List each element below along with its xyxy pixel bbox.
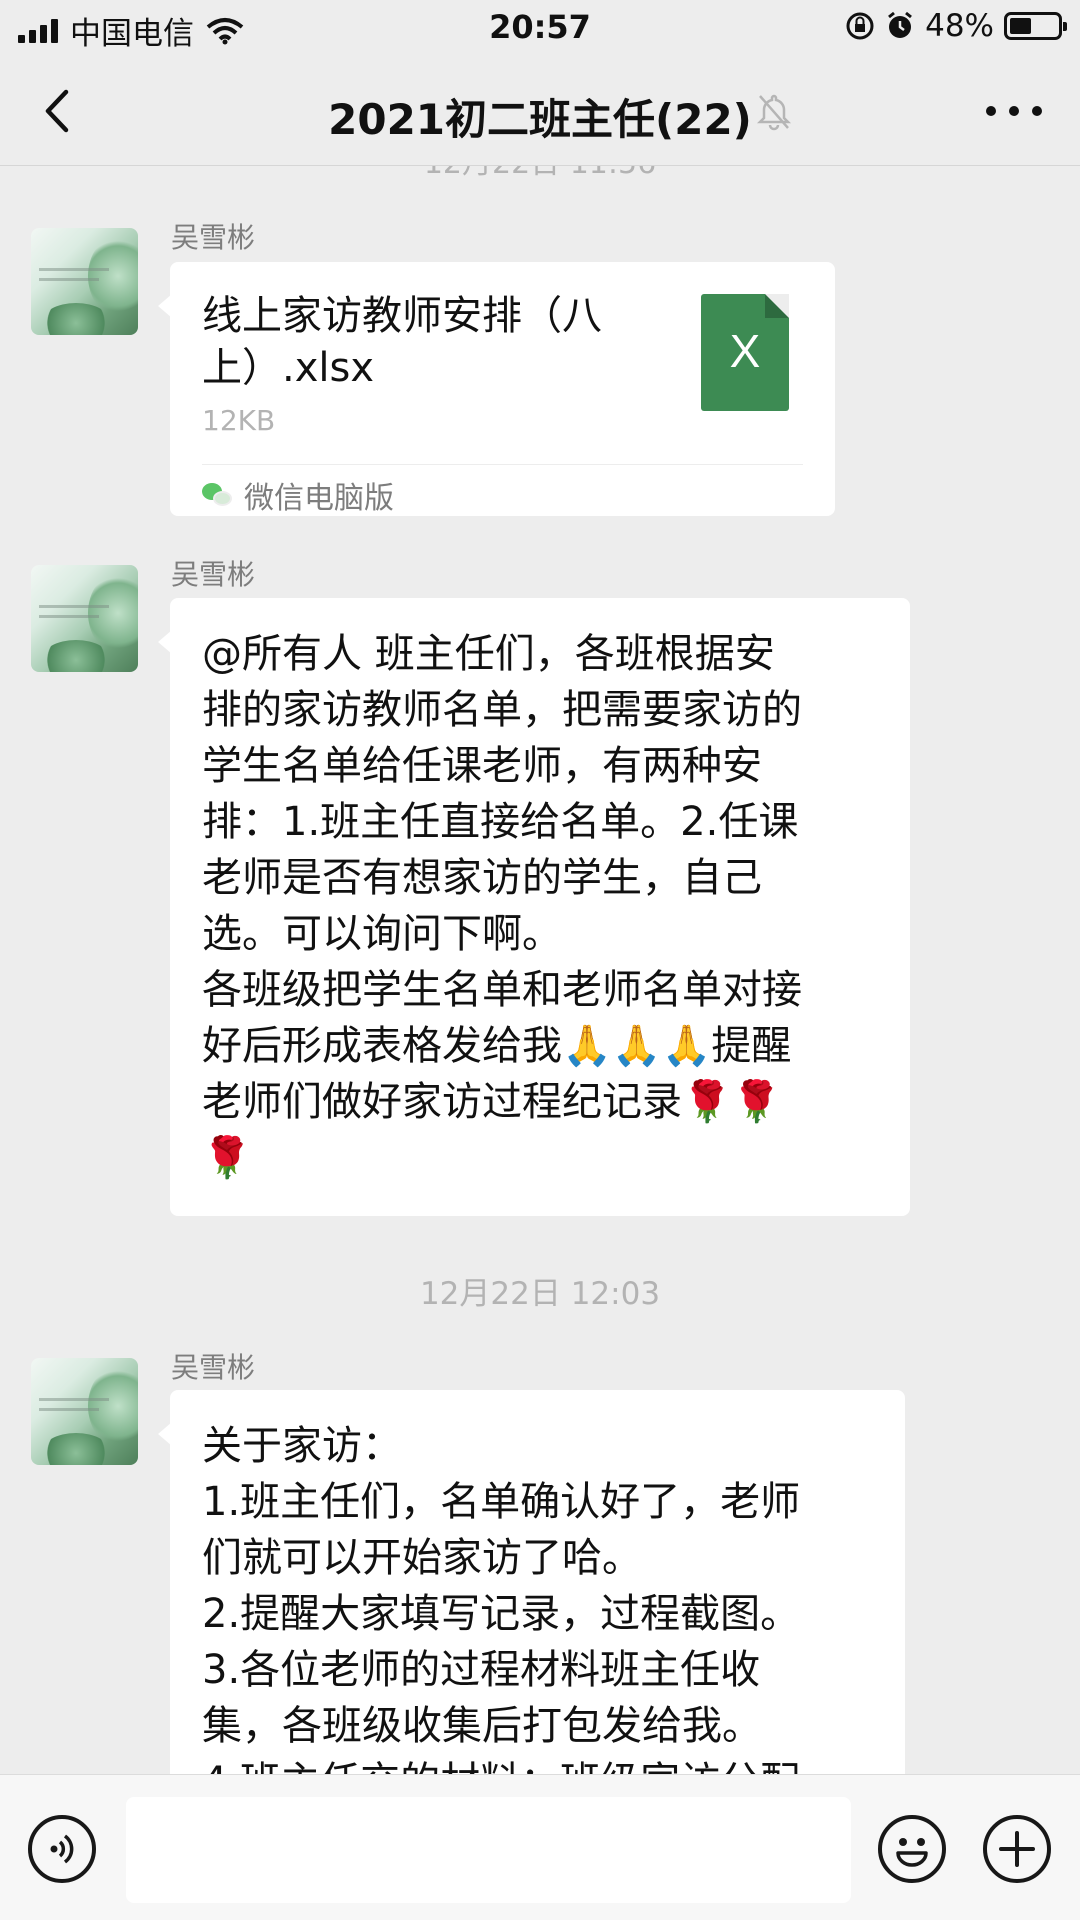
alarm-icon	[888, 11, 913, 38]
dot-icon	[1032, 106, 1042, 116]
voice-icon	[50, 1834, 74, 1864]
avatar[interactable]	[31, 228, 138, 335]
sender-name: 吴雪彬	[171, 221, 256, 254]
file-source: 微信电脑版	[202, 472, 394, 518]
avatar[interactable]	[31, 565, 138, 672]
file-name: 线上家访教师安排（八上）.xlsx	[202, 293, 602, 391]
text-message-bubble[interactable]: 关于家访： 1.班主任们，名单确认好了，老师 们就可以开始家访了哈。 2.提醒大…	[158, 1390, 905, 1774]
sender-name: 吴雪彬	[171, 558, 256, 591]
faded-timestamp: 12月22日 11:56	[0, 166, 1080, 182]
time-divider: 12月22日 12:03	[419, 1276, 661, 1312]
status-bar: 中国电信 20:57 48%	[0, 0, 1080, 56]
text-message-bubble[interactable]: @所有人 班主任们，各班根据安 排的家访教师名单，把需要家访的 学生名单给任课老…	[158, 598, 910, 1216]
message-text: 关于家访： 1.班主任们，名单确认好了，老师 们就可以开始家访了哈。 2.提醒大…	[202, 1423, 801, 1774]
dot-icon	[1009, 106, 1019, 116]
sender-name: 吴雪彬	[171, 1351, 256, 1384]
file-source-label: 微信电脑版	[244, 481, 394, 516]
emoji-button[interactable]	[878, 1815, 946, 1883]
input-bar	[0, 1774, 1080, 1920]
mute-bell-icon	[756, 94, 792, 131]
smiley-icon	[896, 1838, 928, 1867]
dot-icon	[986, 106, 996, 116]
more-options-button[interactable]	[986, 94, 1042, 128]
chat-header: 2021初二班主任(22)	[0, 56, 1080, 166]
message-text: @所有人 班主任们，各班根据安 排的家访教师名单，把需要家访的 学生名单给任课老…	[202, 631, 802, 1181]
status-right: 48%	[845, 8, 1067, 44]
file-message-card[interactable]: 线上家访教师安排（八上）.xlsx 12KB X 微信电脑版	[158, 262, 835, 518]
voice-button[interactable]	[28, 1815, 96, 1883]
wechat-icon	[202, 481, 234, 509]
divider	[202, 464, 803, 465]
battery-icon	[1004, 12, 1067, 40]
message-list[interactable]: 12月22日 11:56 吴雪彬 线上家访教师安排（八上）.xlsx 12KB …	[0, 166, 1080, 1774]
chat-title: 2021初二班主任(22)	[328, 95, 752, 144]
battery-percent: 48%	[925, 8, 994, 44]
file-size: 12KB	[202, 404, 276, 437]
plus-icon	[999, 1831, 1035, 1867]
rotation-lock-icon	[846, 12, 874, 40]
excel-file-icon: X	[701, 294, 789, 411]
avatar[interactable]	[31, 1358, 138, 1465]
more-functions-button[interactable]	[983, 1815, 1051, 1883]
message-input[interactable]	[126, 1797, 851, 1903]
